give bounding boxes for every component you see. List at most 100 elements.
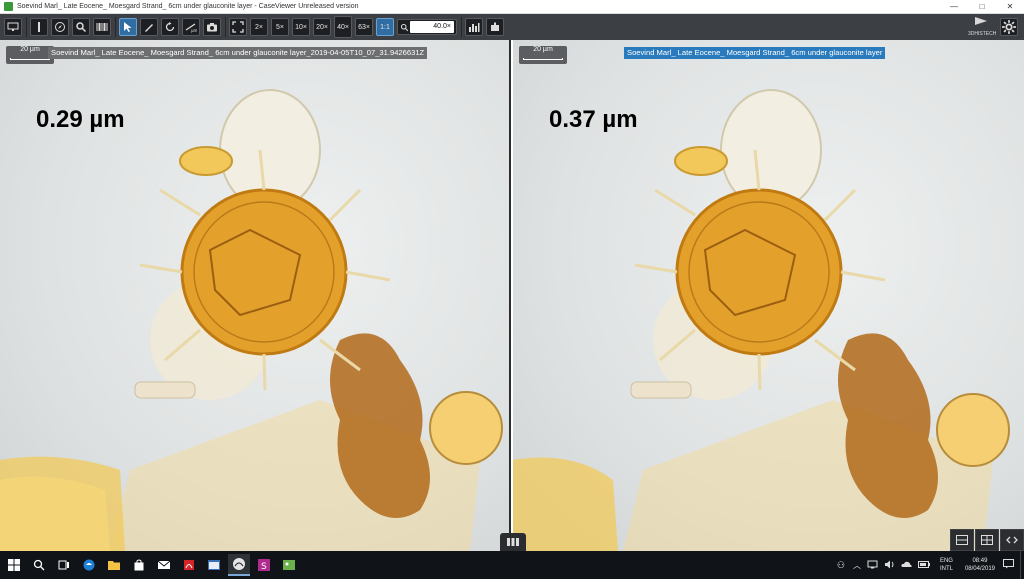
battery-icon[interactable] xyxy=(917,560,930,570)
compass-icon xyxy=(55,22,65,32)
layout-grid-icon xyxy=(956,535,968,545)
3dhistech-logo: 3DHISTECH xyxy=(968,15,997,39)
network-icon[interactable] xyxy=(867,560,878,571)
viewer-layout-tools xyxy=(949,529,1024,551)
annotation-tool-button[interactable] xyxy=(140,18,158,36)
magnification-40x-button[interactable]: 40× xyxy=(334,16,352,38)
caseviewer-taskbar-button[interactable] xyxy=(228,554,250,576)
barcode-icon xyxy=(96,23,108,31)
window-controls: — □ ✕ xyxy=(940,2,1024,11)
slide-icon xyxy=(38,22,40,32)
logo-text: 3DHISTECH xyxy=(968,31,997,37)
mail-taskbar-button[interactable] xyxy=(153,554,175,576)
navigator-button[interactable] xyxy=(51,18,69,36)
onedrive-icon[interactable] xyxy=(901,561,912,570)
chevrons-icon xyxy=(1006,536,1018,544)
magnification-5x-button[interactable]: 5× xyxy=(271,18,289,36)
keyboard-layout: INTL xyxy=(939,566,953,572)
app-s-icon: S xyxy=(258,559,270,572)
clock-time: 08:49 xyxy=(972,558,988,564)
gear-icon xyxy=(1002,20,1016,34)
statistics-button[interactable] xyxy=(465,18,483,36)
file-explorer-taskbar-button[interactable] xyxy=(103,554,125,576)
people-icon[interactable]: ⚇ xyxy=(837,560,845,571)
puzzle-icon xyxy=(491,22,499,31)
pointer-icon xyxy=(124,22,132,32)
left-slide-viewer[interactable]: 20 µm Soevind Marl_ Late Eocene_ Moesgar… xyxy=(0,40,511,551)
scale-bar-label: 20 µm xyxy=(20,46,40,53)
minimize-button[interactable]: — xyxy=(940,2,968,11)
window-titlebar: Soevind Marl_ Late Eocene_ Moesgard Stra… xyxy=(0,0,1024,14)
magnifier-icon xyxy=(76,22,87,33)
store-taskbar-button[interactable] xyxy=(128,554,150,576)
svg-text:µm: µm xyxy=(191,28,197,33)
folder-icon xyxy=(108,561,120,570)
measurement-label: 0.29 µm xyxy=(36,106,125,133)
image-app-taskbar-button[interactable] xyxy=(278,554,300,576)
close-button[interactable]: ✕ xyxy=(996,2,1024,11)
slide-tray-toggle[interactable] xyxy=(500,533,526,551)
windows-taskbar: S ⚇ ︿ ENG INTL 08:49 08/04/2019 xyxy=(0,551,1024,579)
sync-views-button[interactable] xyxy=(1000,529,1024,551)
acrobat-taskbar-button[interactable] xyxy=(178,554,200,576)
scale-bar-tick xyxy=(10,58,50,60)
magnification-2x-button[interactable]: 2× xyxy=(250,18,268,36)
notifications-icon[interactable] xyxy=(1003,559,1014,571)
plugins-button[interactable] xyxy=(486,18,504,36)
search-button[interactable] xyxy=(28,554,50,576)
camera-icon xyxy=(207,23,217,32)
layout-single-button[interactable] xyxy=(950,529,974,551)
search-icon xyxy=(33,559,45,571)
tray-expand-icon[interactable]: ︿ xyxy=(853,560,861,571)
svg-text:S: S xyxy=(261,562,267,572)
start-button[interactable] xyxy=(3,554,25,576)
slide-name-label: Soevind Marl_ Late Eocene_ Moesgard Stra… xyxy=(624,47,886,59)
scale-bar-tick xyxy=(523,58,563,60)
scale-bar: 20 µm xyxy=(6,46,54,64)
task-view-button[interactable] xyxy=(53,554,75,576)
pointer-tool-button[interactable] xyxy=(119,18,137,36)
measure-tool-button[interactable]: µm xyxy=(182,18,200,36)
one-to-one-button[interactable]: 1:1 xyxy=(376,18,394,36)
main-toolbar: µm 2× 5× 10× 20× 40× 63× 1:1 40.0× 3DHIS… xyxy=(0,14,1024,40)
magnifier-button[interactable] xyxy=(72,18,90,36)
show-desktop-button[interactable] xyxy=(1020,551,1024,579)
rotate-tool-button[interactable] xyxy=(161,18,179,36)
input-language-indicator[interactable]: ENG INTL xyxy=(940,557,953,573)
slide-name-label: Soevind Marl_ Late Eocene_ Moesgard Stra… xyxy=(48,47,428,59)
ruler-icon: µm xyxy=(185,23,197,33)
edge-taskbar-button[interactable] xyxy=(78,554,100,576)
volume-icon[interactable] xyxy=(884,560,895,571)
snapshot-button[interactable] xyxy=(203,18,221,36)
image-app-icon xyxy=(283,560,295,570)
toolbar-separator xyxy=(225,17,226,37)
edge-icon xyxy=(83,559,95,571)
fit-screen-icon xyxy=(232,21,244,33)
barcode-button[interactable] xyxy=(93,18,111,36)
taskbar-clock[interactable]: 08:49 08/04/2019 xyxy=(965,557,995,573)
toolbar-separator xyxy=(115,17,116,37)
rotate-icon xyxy=(165,22,175,32)
fit-to-screen-button[interactable] xyxy=(229,18,247,36)
pdf-icon xyxy=(184,560,194,570)
measurement-label: 0.37 µm xyxy=(549,106,638,133)
monitor-button[interactable] xyxy=(4,18,22,36)
app-s-taskbar-button[interactable]: S xyxy=(253,554,275,576)
zoom-search-icon xyxy=(398,23,410,32)
settings-button[interactable] xyxy=(1000,18,1018,36)
zoom-input[interactable]: 40.0× xyxy=(410,21,454,33)
slide-button[interactable] xyxy=(30,18,48,36)
layout-split-button[interactable] xyxy=(975,529,999,551)
maximize-button[interactable]: □ xyxy=(968,2,996,11)
monitor-icon xyxy=(7,22,19,31)
right-slide-viewer[interactable]: 20 µm Soevind Marl_ Late Eocene_ Moesgar… xyxy=(513,40,1024,551)
magnification-20x-button[interactable]: 20× xyxy=(313,18,331,36)
toolbar-separator xyxy=(461,17,462,37)
caseviewer-app-icon xyxy=(4,2,13,11)
magnification-63x-button[interactable]: 63× xyxy=(355,18,373,36)
magnification-10x-button[interactable]: 10× xyxy=(292,18,310,36)
toolbar-separator xyxy=(26,17,27,37)
layout-split-icon xyxy=(981,535,993,545)
screen-taskbar-button[interactable] xyxy=(203,554,225,576)
zoom-field[interactable]: 40.0× xyxy=(397,19,457,35)
